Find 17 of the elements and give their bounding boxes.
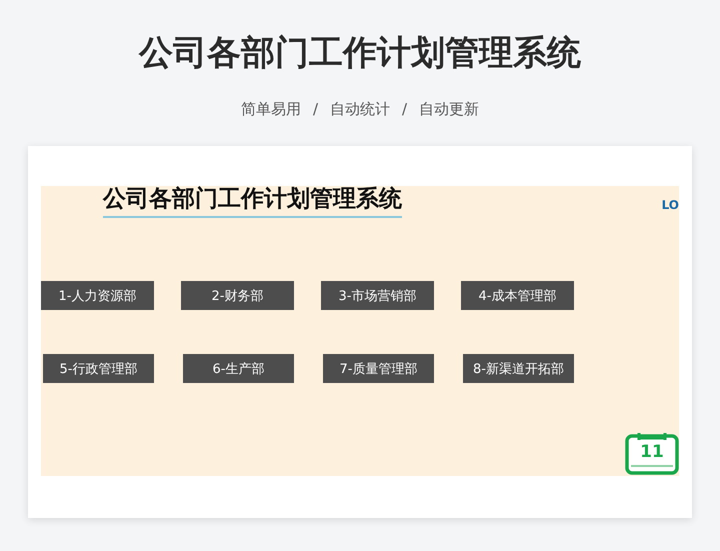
calendar-icon: 11 [625, 431, 679, 475]
logo-text: LO [662, 198, 679, 212]
department-button[interactable]: 2-财务部 [181, 281, 294, 310]
tagline-item: 自动更新 [419, 99, 480, 120]
department-button[interactable]: 8-新渠道开拓部 [463, 354, 574, 383]
department-button[interactable]: 7-质量管理部 [323, 354, 434, 383]
separator: / [312, 99, 318, 120]
department-button[interactable]: 3-市场营销部 [321, 281, 434, 310]
department-button[interactable]: 4-成本管理部 [461, 281, 574, 310]
separator: / [402, 99, 408, 120]
department-button[interactable]: 6-生产部 [183, 354, 294, 383]
department-button[interactable]: 1-人力资源部 [41, 281, 154, 310]
tagline-item: 自动统计 [330, 99, 390, 120]
page-title: 公司各部门工作计划管理系统 [139, 32, 581, 75]
tagline-item: 简单易用 [240, 99, 301, 120]
department-button[interactable]: 5-行政管理部 [43, 354, 154, 383]
sheet-title: 公司各部门工作计划管理系统 [103, 184, 402, 218]
